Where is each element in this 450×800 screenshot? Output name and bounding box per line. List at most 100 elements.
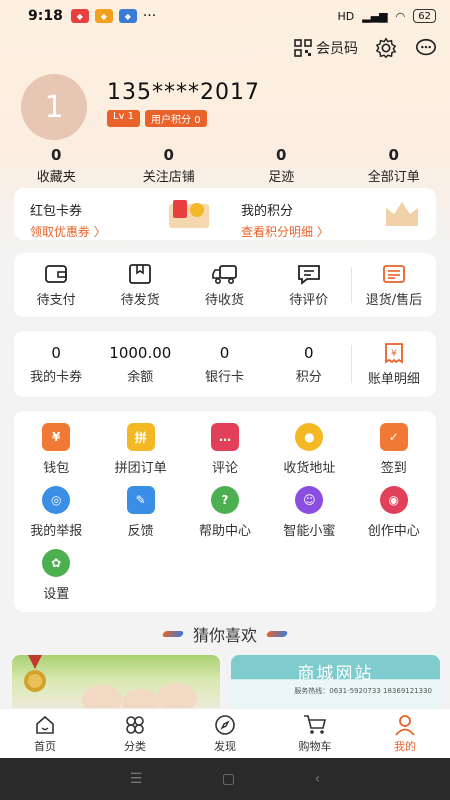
stat-all-orders[interactable]: 0 全部订单 <box>338 146 450 185</box>
tab-label: 我的 <box>394 739 416 753</box>
top-actions: 会员码 <box>294 36 438 60</box>
comment-icon: … <box>210 423 239 451</box>
user-icon <box>395 714 415 736</box>
order-label: 待发货 <box>120 292 160 308</box>
settings-flower-icon: ✿ <box>42 549 71 577</box>
home-icon <box>36 715 54 734</box>
settings-gear-button[interactable] <box>374 36 398 60</box>
service-label: 帮助中心 <box>198 524 251 539</box>
red-packet-icon <box>169 200 209 228</box>
tab-label: 购物车 <box>298 739 332 753</box>
orders-card: 待支付 待发货 待收货 待评价 退货/售后 <box>14 253 436 317</box>
tab-cart[interactable]: 购物车 <box>270 709 360 758</box>
wallet-balance[interactable]: 1000.00 余额 <box>98 331 182 397</box>
comment-icon <box>297 264 320 285</box>
tab-mine[interactable]: 我的 <box>360 709 450 758</box>
assistant-icon: ☺ <box>295 486 324 514</box>
order-returns[interactable]: 退货/售后 <box>352 253 436 317</box>
promo-card: 红包卡券 领取优惠券 〉 我的积分 查看积分明细 〉 <box>14 188 436 240</box>
signal-icon: ▂▄▆ <box>362 9 388 23</box>
wallet-bill-details[interactable]: ¥ 账单明细 <box>352 331 436 397</box>
username-phone: 135****2017 <box>107 80 260 105</box>
coupon-entry[interactable]: 红包卡券 领取优惠券 〉 <box>14 188 225 240</box>
level-badge: Lv 1 <box>107 110 141 127</box>
member-code-button[interactable]: 会员码 <box>294 38 358 58</box>
service-checkin[interactable]: ✓ 签到 <box>352 423 436 476</box>
stat-label: 足迹 <box>268 170 295 185</box>
calendar-icon: ✓ <box>379 423 408 451</box>
service-feedback[interactable]: ✎ 反馈 <box>98 486 182 539</box>
order-pending-shipment[interactable]: 待发货 <box>98 253 182 317</box>
order-pending-receipt[interactable]: 待收货 <box>182 253 266 317</box>
stat-favorites[interactable]: 0 收藏夹 <box>0 146 113 185</box>
tab-label: 首页 <box>34 739 56 753</box>
service-label: 我的举报 <box>30 524 83 539</box>
wallet-label: 银行卡 <box>205 369 245 385</box>
stat-number: 0 <box>388 146 399 164</box>
service-label: 拼团订单 <box>114 461 167 476</box>
wallet-label: 我的卡券 <box>30 369 83 385</box>
member-code-label: 会员码 <box>316 41 358 57</box>
more-icon: ··· <box>142 8 157 24</box>
medal-icon <box>24 655 46 692</box>
service-wallet[interactable]: ¥ 钱包 <box>14 423 98 476</box>
cart-icon <box>304 714 327 734</box>
gear-icon <box>375 37 397 59</box>
order-label: 待评价 <box>289 292 329 308</box>
category-icon <box>126 715 144 734</box>
wallet-label: 账单明细 <box>367 371 420 387</box>
compass-icon <box>215 714 235 735</box>
order-label: 待收货 <box>205 292 245 308</box>
product-card-eggs[interactable] <box>12 655 220 715</box>
decor-dash <box>161 631 185 637</box>
service-creator-center[interactable]: ◉ 创作中心 <box>352 486 436 539</box>
menu-icon[interactable]: ☰ <box>130 771 143 787</box>
stat-footprints[interactable]: 0 足迹 <box>225 146 338 185</box>
order-pending-payment[interactable]: 待支付 <box>14 253 98 317</box>
system-nav-bar: ☰ ▢ ‹ <box>0 758 450 800</box>
back-icon[interactable]: ‹ <box>315 771 321 787</box>
stats-row: 0 收藏夹 0 关注店铺 0 足迹 0 全部订单 <box>0 146 450 185</box>
service-help-center[interactable]: ? 帮助中心 <box>183 486 267 539</box>
points-badge: 用户积分 0 <box>145 110 207 127</box>
wallet-bank-cards[interactable]: 0 银行卡 <box>182 331 266 397</box>
stat-followed-shops[interactable]: 0 关注店铺 <box>113 146 226 185</box>
svg-text:¥: ¥ <box>391 349 397 359</box>
service-label: 智能小蜜 <box>283 524 336 539</box>
tab-category[interactable]: 分类 <box>90 709 180 758</box>
stat-number: 0 <box>163 146 174 164</box>
service-group-orders[interactable]: 拼拼团订单 <box>98 423 182 476</box>
service-label: 签到 <box>380 461 407 476</box>
order-pending-review[interactable]: 待评价 <box>267 253 351 317</box>
aperture-icon: ◉ <box>379 486 408 514</box>
service-smart-assistant[interactable]: ☺ 智能小蜜 <box>267 486 351 539</box>
service-reports[interactable]: ◎ 我的举报 <box>14 486 98 539</box>
service-label: 收货地址 <box>283 461 336 476</box>
bottom-tab-bar: 首页 分类 发现 购物车 我的 <box>0 708 450 758</box>
bill-icon: ¥ <box>385 342 403 364</box>
service-address[interactable]: ● 收货地址 <box>267 423 351 476</box>
avatar[interactable]: 1 <box>21 74 87 140</box>
service-settings[interactable]: ✿ 设置 <box>14 549 98 602</box>
wallet-icon: ¥ <box>42 423 71 451</box>
qr-icon <box>294 39 312 57</box>
wallet-card: 0 我的卡券 1000.00 余额 0 银行卡 0 积分 ¥ 账单明细 <box>14 331 436 397</box>
wallet-points[interactable]: 0 积分 <box>267 331 351 397</box>
product-card-mall-site[interactable]: 商城网站 服务热线：0631-5920733 18369121330 <box>231 655 440 715</box>
return-icon <box>383 264 405 283</box>
wallet-value: 1000.00 <box>109 343 172 362</box>
tab-discover[interactable]: 发现 <box>180 709 270 758</box>
points-entry[interactable]: 我的积分 查看积分明细 〉 <box>225 188 436 240</box>
service-comments[interactable]: … 评论 <box>183 423 267 476</box>
tab-home[interactable]: 首页 <box>0 709 90 758</box>
wallet-label: 积分 <box>295 369 322 385</box>
wallet-value: 0 <box>51 343 61 362</box>
home-square-icon[interactable]: ▢ <box>222 771 235 787</box>
target-icon: ◎ <box>42 486 71 514</box>
messages-button[interactable] <box>414 36 438 60</box>
location-icon: ● <box>295 423 324 451</box>
tab-label: 分类 <box>124 739 146 753</box>
wallet-value: 0 <box>219 343 230 362</box>
guess-you-like-heading: 猜你喜欢 <box>0 622 450 646</box>
wallet-coupons[interactable]: 0 我的卡券 <box>14 331 98 397</box>
